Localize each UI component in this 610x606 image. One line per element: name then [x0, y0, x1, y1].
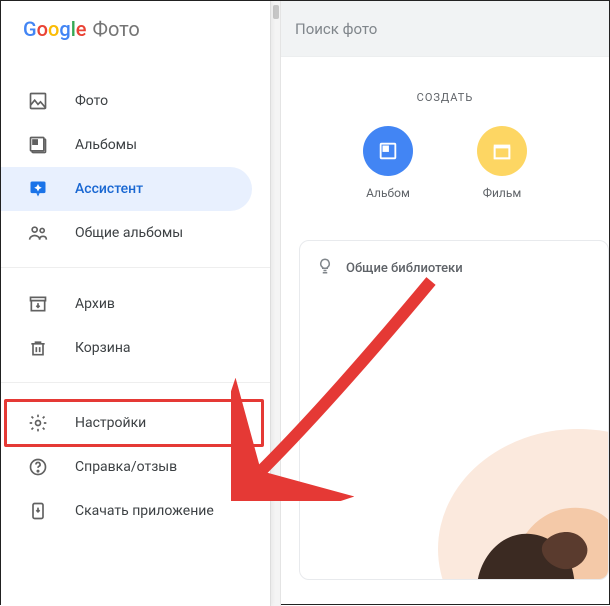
- create-title: СОЗДАТЬ: [281, 91, 609, 104]
- search-input[interactable]: Поиск фото: [281, 1, 609, 57]
- trash-icon: [27, 337, 49, 359]
- album-icon: [363, 126, 413, 176]
- archive-icon: [27, 293, 49, 315]
- nav-primary: Фото Альбомы Ассистент Общие альбомы: [1, 51, 270, 255]
- sidebar-item-albums[interactable]: Альбомы: [1, 123, 270, 167]
- card-title: Общие библиотеки: [346, 261, 463, 276]
- lightbulb-icon: [316, 257, 334, 279]
- sidebar-item-assistant[interactable]: Ассистент: [1, 167, 252, 211]
- image-icon: [27, 90, 49, 112]
- sidebar-item-settings[interactable]: Настройки: [1, 401, 270, 445]
- scrollbar-track[interactable]: [271, 1, 281, 606]
- sidebar-item-download[interactable]: Скачать приложение: [1, 489, 270, 533]
- divider: [1, 267, 270, 268]
- sidebar-item-archive[interactable]: Архив: [1, 282, 270, 326]
- logo-row: Google Фото: [1, 1, 270, 51]
- scrollbar-thumb[interactable]: [273, 5, 279, 19]
- create-movie-button[interactable]: Фильм: [477, 126, 527, 200]
- google-logo: Google: [23, 17, 87, 41]
- sidebar-item-help[interactable]: Справка/отзыв: [1, 445, 270, 489]
- divider: [1, 382, 270, 383]
- sidebar-item-label: Справка/отзыв: [75, 459, 177, 475]
- shared-libraries-card[interactable]: Общие библиотеки: [299, 240, 609, 580]
- sidebar-item-label: Настройки: [75, 415, 146, 431]
- help-icon: [27, 456, 49, 478]
- hands-illustration: [378, 349, 609, 580]
- sidebar-item-label: Фото: [75, 93, 108, 109]
- nav-secondary: Архив Корзина: [1, 282, 270, 370]
- create-label: Альбом: [366, 186, 410, 200]
- albums-icon: [27, 134, 49, 156]
- sidebar-item-trash[interactable]: Корзина: [1, 326, 270, 370]
- assistant-icon: [27, 178, 49, 200]
- sidebar-item-label: Архив: [75, 296, 115, 312]
- search-placeholder: Поиск фото: [295, 20, 377, 38]
- people-icon: [27, 222, 49, 244]
- movie-icon: [477, 126, 527, 176]
- sidebar-item-label: Общие альбомы: [75, 225, 183, 241]
- sidebar-item-shared[interactable]: Общие альбомы: [1, 211, 270, 255]
- sidebar-item-label: Скачать приложение: [75, 503, 214, 519]
- create-section: СОЗДАТЬ Альбом Фильм: [281, 57, 609, 200]
- sidebar-item-label: Альбомы: [75, 137, 137, 153]
- sidebar-item-label: Корзина: [75, 340, 131, 356]
- app-name: Фото: [93, 17, 140, 41]
- main-area: Поиск фото СОЗДАТЬ Альбом Фильм Общи: [281, 1, 609, 604]
- download-icon: [27, 500, 49, 522]
- nav-tertiary: Настройки Справка/отзыв Скачать приложен…: [1, 397, 270, 533]
- create-album-button[interactable]: Альбом: [363, 126, 413, 200]
- sidebar: Google Фото Фото Альбомы Ассистент: [1, 1, 271, 606]
- sidebar-item-photo[interactable]: Фото: [1, 79, 270, 123]
- gear-icon: [27, 412, 49, 434]
- sidebar-item-label: Ассистент: [75, 181, 143, 197]
- create-label: Фильм: [483, 186, 522, 200]
